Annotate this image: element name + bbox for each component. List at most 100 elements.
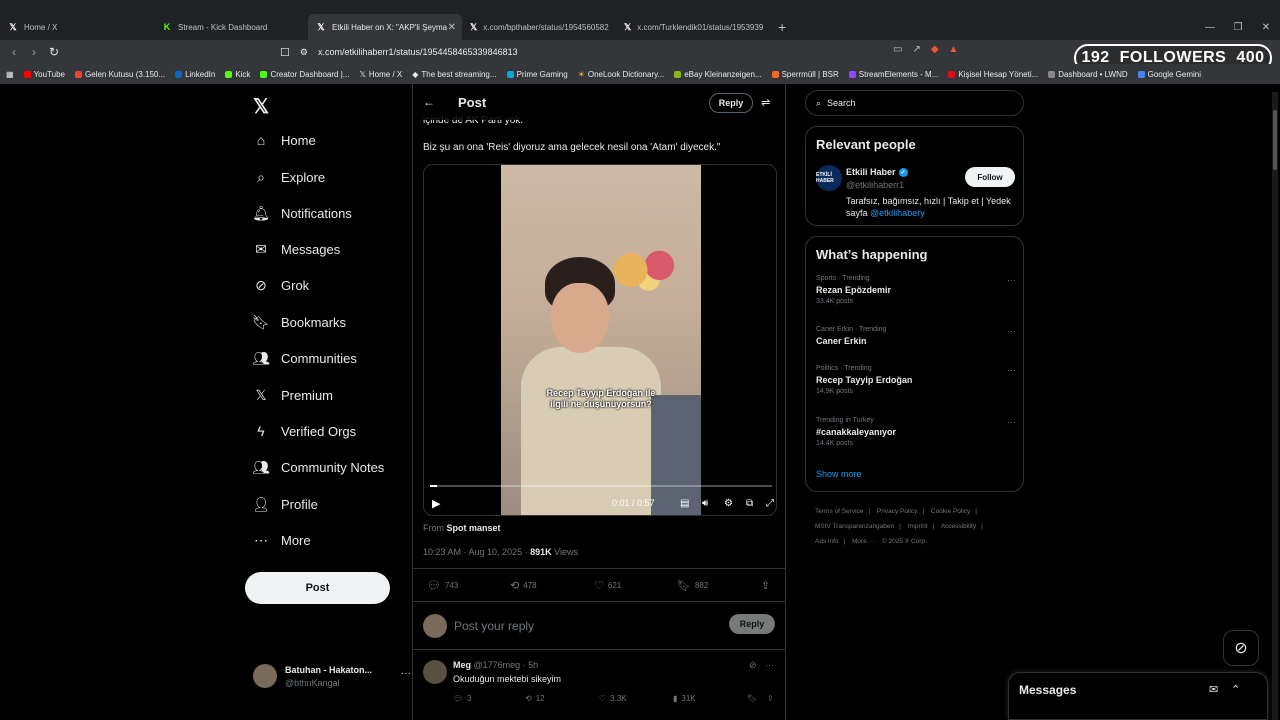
more-dots-icon[interactable]: ··· bbox=[1007, 275, 1016, 285]
nav-communities[interactable]: 👥︎ Communities bbox=[252, 350, 357, 366]
back-arrow-icon[interactable]: ← bbox=[423, 95, 435, 109]
reload-icon[interactable]: ↻ bbox=[44, 45, 64, 59]
bookmark-item[interactable]: Sperrmüll | BSR bbox=[771, 70, 839, 79]
page-scrollbar[interactable] bbox=[1272, 92, 1278, 720]
settings-gear-icon[interactable]: ⚙ bbox=[724, 498, 733, 509]
bookmark-item[interactable]: ◆ The best streaming... bbox=[412, 70, 496, 79]
more-dots-icon[interactable]: ··· bbox=[1007, 417, 1016, 427]
bookmark-item[interactable]: StreamElements - M... bbox=[848, 70, 938, 79]
nav-home[interactable]: ⌂ Home bbox=[253, 132, 316, 148]
bookmark-item[interactable]: Creator Dashboard |... bbox=[260, 70, 349, 79]
scrollbar-thumb[interactable] bbox=[1273, 110, 1277, 170]
bookmark-star-icon[interactable]: ☐ bbox=[280, 46, 290, 59]
reply-like-action[interactable]: ♡ 3.3K bbox=[599, 694, 627, 703]
site-info-icon[interactable]: ⚙ bbox=[300, 47, 308, 58]
nav-explore[interactable]: ⌕ Explore bbox=[253, 169, 325, 185]
reply-reply-action[interactable]: 💬︎ 3 bbox=[453, 694, 472, 703]
reply-bookmark-action[interactable]: 🔖︎ bbox=[747, 694, 757, 703]
more-dots-icon[interactable]: ··· bbox=[1007, 365, 1016, 375]
tab-etkili-haber[interactable]: 𝕏 Etkili Haber on X: "AKP'li Şeyma ✕ bbox=[308, 14, 462, 40]
bookmark-item[interactable]: Kişisel Hesap Yöneti... bbox=[948, 70, 1038, 79]
reply-input[interactable]: Post your reply bbox=[454, 619, 534, 633]
nav-community-notes[interactable]: 👥︎ Community Notes bbox=[252, 459, 384, 475]
nav-profile[interactable]: 👤︎ Profile bbox=[252, 496, 318, 512]
footer-link[interactable]: Cookie Policy bbox=[931, 508, 970, 515]
bookmark-item[interactable]: eBay Kleinanzeigen... bbox=[674, 70, 762, 79]
nav-premium[interactable]: 𝕏 Premium bbox=[253, 387, 333, 403]
tab-bpthaber[interactable]: 𝕏 x.com/bpthaber/status/1954560582 bbox=[462, 14, 616, 40]
messages-dock[interactable]: Messages ✉ ⌃ bbox=[1008, 672, 1268, 720]
minimize-icon[interactable]: — bbox=[1196, 22, 1224, 33]
more-dots-icon[interactable]: ··· bbox=[401, 668, 411, 679]
bookmark-item[interactable]: Gelen Kutusu (3.150... bbox=[75, 70, 165, 79]
reply-author[interactable]: Meg bbox=[453, 660, 471, 670]
nav-bookmarks[interactable]: 🔖︎ Bookmarks bbox=[252, 314, 346, 330]
tune-icon[interactable]: ⇌ bbox=[761, 96, 770, 109]
brave-rewards-icon[interactable]: ▲ bbox=[949, 44, 959, 55]
share-action[interactable]: ⇪ bbox=[761, 579, 770, 592]
post-timestamp[interactable]: 10:23 AM · Aug 10, 2025 · bbox=[423, 547, 528, 557]
pip-icon[interactable]: ⧉ bbox=[746, 498, 753, 509]
tab-turklendik[interactable]: 𝕏 x.com/Turklendik01/status/1953939 bbox=[616, 14, 770, 40]
bookmark-item[interactable]: Kick bbox=[225, 70, 250, 79]
reply-repost-action[interactable]: ⟲ 12 bbox=[525, 694, 545, 703]
footer-more-link[interactable]: More ··· bbox=[852, 538, 875, 545]
account-switcher[interactable]: Batuhan - Hakaton... @bthnKangal ··· bbox=[253, 664, 411, 688]
tab-home-x[interactable]: 𝕏 Home / X bbox=[0, 14, 154, 40]
video-progress-bar[interactable] bbox=[430, 485, 772, 487]
expand-up-icon[interactable]: ⌃ bbox=[1231, 683, 1240, 696]
new-tab-icon[interactable]: + bbox=[778, 19, 786, 35]
search-input[interactable]: ⌕ Search bbox=[805, 90, 1024, 116]
bookmark-item[interactable]: YouTube bbox=[23, 70, 65, 79]
play-icon[interactable]: ▶ bbox=[432, 497, 440, 510]
reply-views-action[interactable]: ▮ 31K bbox=[673, 694, 696, 703]
trend-item[interactable]: Trending in Turkey #canakkaleyanıyor 14.… bbox=[816, 417, 1016, 447]
bookmark-item[interactable]: ☀ OneLook Dictionary... bbox=[578, 70, 665, 79]
volume-icon[interactable]: 🔊︎ bbox=[702, 498, 708, 509]
repost-action[interactable]: ⟲ 478 bbox=[510, 579, 537, 592]
brave-shield-icon[interactable]: ◆ bbox=[931, 44, 939, 55]
like-action[interactable]: ♡ 621 bbox=[594, 579, 621, 592]
source-link[interactable]: Spot manset bbox=[447, 523, 501, 533]
footer-link[interactable]: Terms of Service bbox=[815, 508, 863, 515]
follow-button[interactable]: Follow bbox=[965, 167, 1015, 187]
grok-icon[interactable]: ⊘ bbox=[749, 660, 757, 671]
show-more-link[interactable]: Show more bbox=[816, 469, 862, 479]
maximize-icon[interactable]: ❐ bbox=[1224, 22, 1252, 33]
cast-icon[interactable]: ▭ bbox=[893, 44, 902, 55]
more-dots-icon[interactable]: ··· bbox=[765, 660, 774, 670]
back-arrow-icon[interactable]: ‹ bbox=[4, 45, 24, 59]
header-reply-button[interactable]: Reply bbox=[709, 93, 753, 113]
trend-item[interactable]: Politics · Trending Recep Tayyip Erdoğan… bbox=[816, 365, 1016, 395]
grok-icon[interactable]: ⊘ bbox=[1223, 630, 1259, 666]
tab-kick-dashboard[interactable]: K Stream - Kick Dashboard bbox=[154, 14, 308, 40]
x-logo-icon[interactable]: 𝕏 bbox=[253, 94, 269, 119]
avatar[interactable]: ETKİLİ HABER bbox=[816, 165, 842, 191]
nav-messages[interactable]: ✉ Messages bbox=[253, 241, 340, 257]
nav-more[interactable]: ⋯ More bbox=[253, 532, 311, 548]
footer-link[interactable]: MStV Transparenzangaben bbox=[815, 523, 894, 530]
nav-verified-orgs[interactable]: ϟ Verified Orgs bbox=[253, 423, 356, 439]
reply-item[interactable]: Meg @1776meg · 5h ⊘ ··· Okuduğun mektebi… bbox=[413, 650, 785, 720]
more-dots-icon[interactable]: ··· bbox=[1007, 326, 1016, 336]
reply-action[interactable]: 💬︎ 743 bbox=[427, 579, 458, 592]
footer-link[interactable]: Accessibility bbox=[941, 523, 976, 530]
nav-notifications[interactable]: 🔔︎ Notifications bbox=[252, 205, 352, 221]
nav-grok[interactable]: ⊘ Grok bbox=[253, 277, 309, 293]
share-icon[interactable]: ↗ bbox=[912, 44, 920, 55]
captions-icon[interactable]: ▤ bbox=[680, 498, 689, 509]
person-name[interactable]: Etkili Haber ✓ bbox=[846, 167, 908, 177]
bookmark-item[interactable]: Dashboard • LWND bbox=[1048, 70, 1128, 79]
footer-link[interactable]: Imprint bbox=[908, 523, 928, 530]
bookmark-item[interactable]: LinkedIn bbox=[175, 70, 215, 79]
apps-grid-icon[interactable]: ▦ bbox=[6, 70, 14, 79]
bio-link[interactable]: @etkilihabery bbox=[870, 208, 925, 218]
reply-share-action[interactable]: ⇪ bbox=[767, 694, 774, 703]
close-window-icon[interactable]: ✕ bbox=[1252, 22, 1280, 33]
footer-link[interactable]: Privacy Policy bbox=[877, 508, 917, 515]
bookmark-item[interactable]: 𝕏 Home / X bbox=[359, 70, 402, 79]
new-message-icon[interactable]: ✉ bbox=[1209, 683, 1218, 696]
reply-button[interactable]: Reply bbox=[729, 614, 775, 634]
fullscreen-icon[interactable]: ⤢ bbox=[766, 498, 774, 509]
video-player[interactable]: Recep Tayyip Erdoğan ile ilgili ne düşün… bbox=[423, 164, 777, 516]
